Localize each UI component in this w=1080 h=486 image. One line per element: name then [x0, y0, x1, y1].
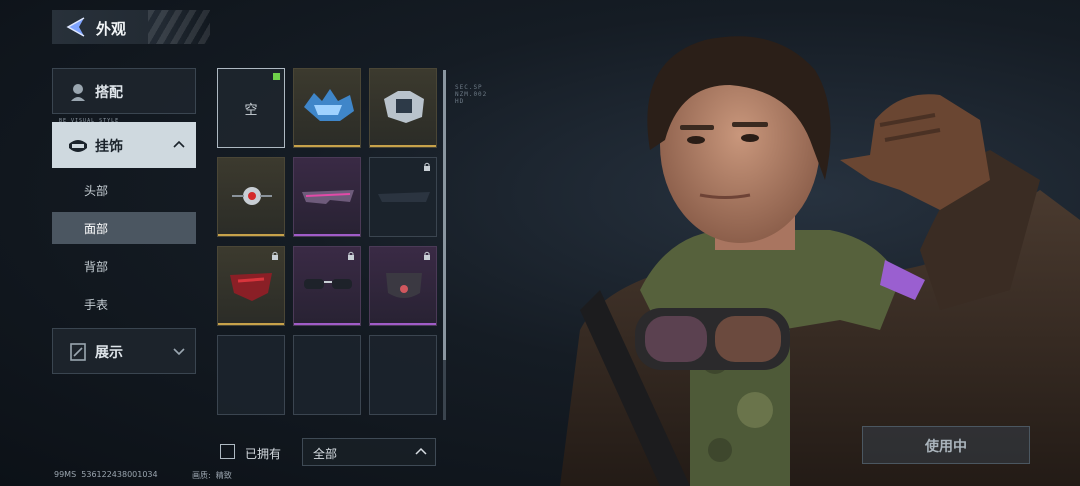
grid-cell-blank [369, 335, 437, 415]
side-code: SEC.SP NZM.002 HD [455, 84, 487, 105]
owned-checkbox[interactable] [220, 444, 235, 459]
quality-label: 画质: [192, 471, 211, 480]
side-code-line: HD [455, 98, 465, 105]
chevron-up-icon [173, 140, 185, 148]
sidebar-item-label: 面部 [84, 222, 109, 236]
empty-slot-label: 空 [244, 103, 258, 118]
grid-cell-dark-visor[interactable] [369, 157, 437, 237]
sidebar-item-back[interactable]: 背部 [52, 250, 196, 282]
tab-accessories[interactable]: BE VISUAL STYLE 挂饰 [52, 118, 196, 168]
lock-icon [348, 251, 354, 260]
lock-icon [424, 162, 430, 171]
side-code-line: NZM.002 [455, 91, 488, 98]
page-header: 外观 [52, 10, 210, 44]
lock-icon [272, 251, 278, 260]
display-icon [70, 343, 86, 361]
tab-outfit[interactable]: 搭配 [52, 68, 196, 114]
tab-accessories-code: BE VISUAL STYLE [59, 118, 120, 124]
category-dropdown[interactable]: 全部 [302, 438, 436, 466]
owned-label: 已拥有 [245, 447, 282, 461]
sidebar-item-head[interactable]: 头部 [52, 174, 196, 206]
cyber-eye-icon [232, 187, 272, 205]
sidebar-item-face[interactable]: 面部 [52, 212, 196, 244]
grid-cell-blank [293, 335, 361, 415]
wardrobe-icon [71, 84, 85, 101]
tab-accessories-label: 挂饰 [95, 139, 123, 155]
tech-armor-mask-icon [384, 91, 424, 123]
chevron-down-icon [173, 348, 185, 356]
purple-visor-icon [302, 190, 354, 204]
header-stripes [148, 10, 210, 44]
back-arrow-icon[interactable] [64, 15, 88, 39]
grid-cell-tech-armor-mask[interactable] [369, 68, 437, 148]
blue-crystal-mask-icon [304, 89, 354, 121]
grid-cell-sunglasses[interactable] [293, 246, 361, 326]
tab-display-label: 展示 [95, 345, 123, 361]
red-face-mask-icon [230, 273, 272, 301]
cloth-face-mask-icon [386, 273, 422, 298]
category-value: 全部 [313, 447, 338, 461]
sunglasses-icon [304, 279, 352, 289]
in-use-label: 使用中 [925, 439, 967, 455]
grid-cell-cyber-eye[interactable] [217, 157, 285, 237]
quality-value: 精致 [215, 471, 232, 480]
grid-cell-blank [217, 335, 285, 415]
scrollbar-thumb[interactable] [443, 70, 446, 360]
sidebar-item-label: 手表 [84, 298, 109, 312]
grid-cell-blue-crystal-mask[interactable] [293, 68, 361, 148]
grid-cell-purple-visor[interactable] [293, 157, 361, 237]
in-use-button[interactable]: 使用中 [862, 426, 1030, 464]
tab-outfit-label: 搭配 [95, 85, 123, 101]
sidebar-item-label: 头部 [84, 184, 109, 198]
grid-cell-cloth-face-mask[interactable] [369, 246, 437, 326]
ping-value: 99MS [54, 470, 77, 479]
equipped-indicator [273, 73, 280, 80]
character-preview [560, 36, 1080, 486]
page-title: 外观 [96, 20, 127, 38]
grid-cell-empty[interactable]: 空 [217, 68, 285, 148]
mask-icon [69, 140, 87, 152]
grid-cell-red-face-mask[interactable] [217, 246, 285, 326]
sidebar-item-label: 背部 [84, 260, 109, 274]
dark-visor-icon [378, 192, 430, 202]
chevron-up-icon [415, 447, 427, 455]
grid-scrollbar[interactable] [443, 70, 446, 420]
quality-status: 画质: 精致 [192, 470, 232, 481]
lock-icon [424, 251, 430, 260]
sidebar-item-watch[interactable]: 手表 [52, 288, 196, 320]
side-code-line: SEC.SP [455, 84, 483, 91]
uid-value: 536122438001034 [81, 470, 158, 479]
network-status: 99MS 536122438001034 [54, 470, 158, 479]
tab-display[interactable]: 展示 [52, 328, 196, 374]
